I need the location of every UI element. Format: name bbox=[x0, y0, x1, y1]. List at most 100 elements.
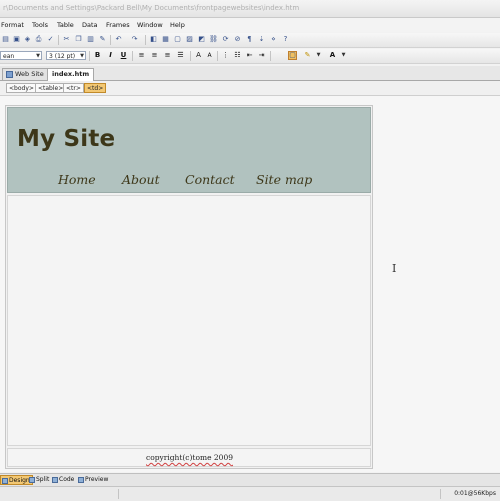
code-view-button[interactable]: Code bbox=[51, 475, 76, 485]
align-left-icon[interactable]: ≡ bbox=[137, 51, 146, 60]
font-name-value: ean bbox=[3, 53, 15, 60]
numbering-icon[interactable]: ⋮ bbox=[221, 51, 230, 60]
toolbar-separator bbox=[58, 35, 59, 45]
underline-button[interactable]: U bbox=[119, 51, 128, 60]
bold-button[interactable]: B bbox=[93, 51, 102, 60]
tab-label: index.htm bbox=[52, 70, 90, 78]
site-title[interactable]: My Site bbox=[17, 126, 115, 152]
menu-window[interactable]: Window bbox=[137, 21, 163, 29]
tag-icon[interactable]: ⋄ bbox=[269, 35, 278, 44]
bullets-icon[interactable]: ☷ bbox=[233, 51, 242, 60]
italic-button[interactable]: I bbox=[106, 51, 115, 60]
view-mode-bar: Design Split Code Preview bbox=[0, 473, 500, 486]
tag-tr[interactable]: <tr> bbox=[63, 83, 84, 93]
show-formatting-icon[interactable]: ¶ bbox=[245, 35, 254, 44]
help-icon[interactable]: ? bbox=[281, 35, 290, 44]
justify-icon[interactable]: ☰ bbox=[176, 51, 185, 60]
decrease-font-icon[interactable]: A bbox=[205, 51, 214, 60]
tag-table[interactable]: <table> bbox=[35, 83, 67, 93]
tag-body[interactable]: <body> bbox=[6, 83, 37, 93]
menu-frames[interactable]: Frames bbox=[106, 21, 130, 29]
save-icon[interactable]: ▣ bbox=[12, 35, 21, 44]
window-title: r\Documents and Settings\Packard Bell\My… bbox=[3, 4, 300, 12]
code-icon bbox=[52, 477, 58, 483]
borders-icon[interactable]: ▢ bbox=[288, 51, 297, 60]
text-cursor-icon: I bbox=[392, 262, 397, 275]
menu-format[interactable]: Format bbox=[1, 21, 24, 29]
toolbar-separator bbox=[110, 35, 111, 45]
increase-font-icon[interactable]: A bbox=[194, 51, 203, 60]
chevron-down-icon[interactable]: ▼ bbox=[339, 51, 348, 60]
copy-icon[interactable]: ❐ bbox=[74, 35, 83, 44]
open-icon[interactable]: ▤ bbox=[1, 35, 10, 44]
web-component-icon[interactable]: ◧ bbox=[149, 35, 158, 44]
nav-site-map[interactable]: Site map bbox=[256, 172, 312, 187]
cut-icon[interactable]: ✂ bbox=[62, 35, 71, 44]
title-bar: r\Documents and Settings\Packard Bell\My… bbox=[0, 0, 500, 18]
toolbar-separator bbox=[217, 51, 218, 61]
chevron-down-icon: ▼ bbox=[80, 53, 84, 59]
insert-table-icon[interactable]: ▦ bbox=[161, 35, 170, 44]
standard-toolbar: ▤ ▣ ◈ ⎙ ✓ ✂ ❐ ▥ ✎ ↶ ↷ ◧ ▦ ▢ ▨ ◩ ⛓ ⟳ ⊘ ¶ … bbox=[0, 33, 500, 48]
view-label: Preview bbox=[85, 476, 109, 483]
font-size-dropdown[interactable]: 3 (12 pt) ▼ bbox=[46, 51, 86, 60]
preview-icon bbox=[78, 477, 84, 483]
tag-td[interactable]: <td> bbox=[84, 83, 107, 93]
highlight-color-icon[interactable]: ✎ bbox=[303, 51, 312, 60]
view-label: Split bbox=[36, 476, 50, 483]
toolbar-separator bbox=[132, 51, 133, 61]
insert-layer-icon[interactable]: ▢ bbox=[173, 35, 182, 44]
menu-bar: Format Tools Table Data Frames Window He… bbox=[0, 18, 500, 32]
quick-tag-selector: <body> <table> <tr> <td> bbox=[0, 81, 500, 96]
font-name-dropdown[interactable]: ean ▼ bbox=[0, 51, 42, 60]
hyperlink-icon[interactable]: ⛓ bbox=[209, 35, 218, 44]
toolbar-separator bbox=[89, 51, 90, 61]
preview-view-button[interactable]: Preview bbox=[77, 475, 110, 485]
web-site-icon bbox=[6, 71, 13, 78]
stop-icon[interactable]: ⊘ bbox=[233, 35, 242, 44]
paste-icon[interactable]: ▥ bbox=[86, 35, 95, 44]
toolbar-separator bbox=[145, 35, 146, 45]
font-color-icon[interactable]: A bbox=[328, 51, 337, 60]
view-label: Code bbox=[59, 476, 75, 483]
status-divider bbox=[440, 489, 441, 499]
print-icon[interactable]: ⎙ bbox=[34, 35, 43, 44]
chevron-down-icon[interactable]: ▼ bbox=[314, 51, 323, 60]
refresh-icon[interactable]: ⟳ bbox=[221, 35, 230, 44]
tab-label: Web Site bbox=[15, 70, 44, 78]
document-tabs: Web Site index.htm bbox=[0, 66, 500, 81]
copyright-text[interactable]: copyright(c)tome 2009 bbox=[146, 453, 233, 462]
nav-home[interactable]: Home bbox=[58, 172, 96, 187]
status-bar: 0:01@56Kbps bbox=[0, 486, 500, 501]
insert-picture-icon[interactable]: ▨ bbox=[185, 35, 194, 44]
menu-tools[interactable]: Tools bbox=[32, 21, 48, 29]
align-center-icon[interactable]: ≡ bbox=[150, 51, 159, 60]
content-cell[interactable] bbox=[7, 195, 371, 446]
menu-table[interactable]: Table bbox=[57, 21, 74, 29]
download-speed: 0:01@56Kbps bbox=[454, 490, 496, 497]
split-view-button[interactable]: Split bbox=[28, 475, 51, 485]
formatting-toolbar: ean ▼ 3 (12 pt) ▼ B I U ≡ ≡ ≡ ☰ A A ⋮ ☷ … bbox=[0, 49, 500, 64]
split-icon bbox=[29, 477, 35, 483]
chevron-down-icon: ▼ bbox=[36, 53, 40, 59]
design-icon bbox=[2, 478, 8, 484]
toolbar-separator bbox=[270, 51, 271, 61]
increase-indent-icon[interactable]: ⇥ bbox=[257, 51, 266, 60]
format-painter-icon[interactable]: ✎ bbox=[98, 35, 107, 44]
undo-icon[interactable]: ↶ bbox=[114, 35, 123, 44]
tab-index-htm[interactable]: index.htm bbox=[47, 68, 95, 81]
nav-about[interactable]: About bbox=[122, 172, 160, 187]
toolbar-separator bbox=[190, 51, 191, 61]
view-label: Design bbox=[9, 477, 30, 484]
show-layer-anchors-icon[interactable]: ⇣ bbox=[257, 35, 266, 44]
publish-icon[interactable]: ◈ bbox=[23, 35, 32, 44]
spelling-icon[interactable]: ✓ bbox=[46, 35, 55, 44]
redo-icon[interactable]: ↷ bbox=[130, 35, 139, 44]
menu-help[interactable]: Help bbox=[170, 21, 185, 29]
decrease-indent-icon[interactable]: ⇤ bbox=[245, 51, 254, 60]
drawing-icon[interactable]: ◩ bbox=[197, 35, 206, 44]
menu-data[interactable]: Data bbox=[82, 21, 98, 29]
nav-contact[interactable]: Contact bbox=[185, 172, 235, 187]
align-right-icon[interactable]: ≡ bbox=[163, 51, 172, 60]
tab-web-site[interactable]: Web Site bbox=[2, 68, 49, 80]
